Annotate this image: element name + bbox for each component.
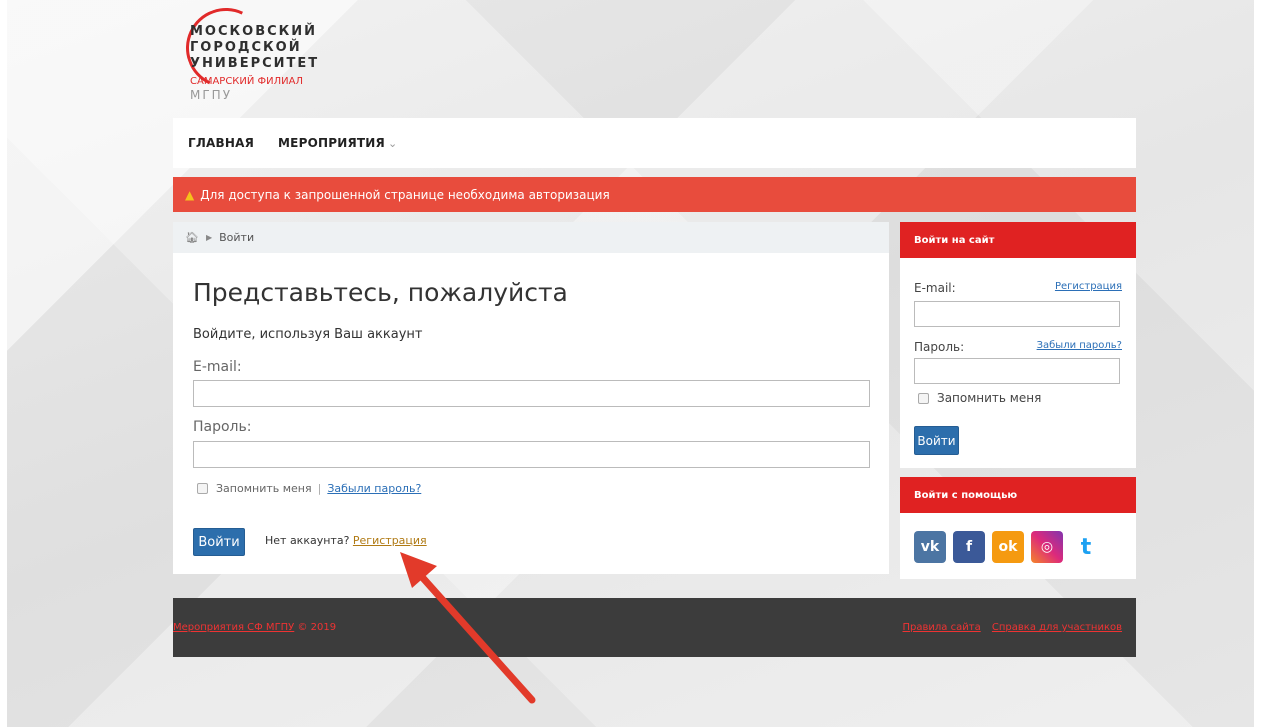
nav-item-home[interactable]: ГЛАВНАЯ — [188, 136, 254, 150]
side-login-button[interactable]: Войти — [914, 426, 959, 455]
university-logo[interactable]: МОСКОВСКИЙ ГОРОДСКОЙ УНИВЕРСИТЕТ САМАРСК… — [173, 0, 373, 115]
page-subtitle: Войдите, используя Ваш аккаунт — [193, 327, 423, 342]
twitter-icon[interactable]: t — [1070, 531, 1102, 563]
alert-text: Для доступа к запрошенной странице необх… — [200, 187, 610, 202]
footer-right: Правила сайта Справка для участников — [895, 622, 1122, 633]
odnoklassniki-icon[interactable]: ok — [992, 531, 1024, 563]
divider: | — [317, 482, 322, 495]
footer-left: Мероприятия СФ МГПУ © 2019 — [173, 622, 336, 633]
annotation-arrow-icon — [400, 552, 536, 704]
social-icons: vk f ok ◎ t — [914, 531, 1102, 563]
side-login-box: Войти на сайт E-mail: Регистрация Пароль… — [900, 222, 1136, 468]
login-button[interactable]: Войти — [193, 528, 245, 556]
logo-line-2: ГОРОДСКОЙ — [190, 40, 302, 55]
side-email-label: E-mail: — [914, 281, 956, 295]
breadcrumb-current: Войти — [219, 231, 255, 244]
left-border — [0, 0, 7, 727]
nav-item-events-label: МЕРОПРИЯТИЯ — [278, 136, 385, 150]
main-nav: ГЛАВНАЯ МЕРОПРИЯТИЯ ⌄ — [173, 118, 1136, 168]
social-login-box: Войти с помощью vk f ok ◎ t — [900, 477, 1136, 579]
logo-line-3: УНИВЕРСИТЕТ — [190, 56, 320, 71]
remember-row: Запомнить меня | Забыли пароль? — [197, 482, 421, 495]
side-register-link[interactable]: Регистрация — [1055, 281, 1122, 295]
remember-label: Запомнить меня — [216, 482, 312, 495]
logo-abbreviation: МГПУ — [190, 88, 233, 102]
logo-subtitle: САМАРСКИЙ ФИЛИАЛ — [190, 76, 303, 87]
instagram-icon[interactable]: ◎ — [1031, 531, 1063, 563]
side-remember-checkbox[interactable] — [918, 392, 929, 404]
side-password-label: Пароль: — [914, 340, 965, 354]
side-email-row: E-mail: Регистрация — [914, 281, 1122, 295]
side-remember-row: Запомнить меня — [918, 391, 1041, 405]
facebook-icon[interactable]: f — [953, 531, 985, 563]
social-login-header: Войти с помощью — [900, 477, 1136, 513]
side-password-field[interactable] — [914, 358, 1120, 384]
chevron-down-icon: ⌄ — [387, 137, 398, 150]
footer: Мероприятия СФ МГПУ © 2019 Правила сайта… — [173, 598, 1136, 657]
footer-home-link[interactable]: Мероприятия СФ МГПУ — [173, 622, 294, 633]
vk-icon[interactable]: vk — [914, 531, 946, 563]
side-password-row: Пароль: Забыли пароль? — [914, 340, 1122, 354]
breadcrumb: 🏠︎ ▶ Войти — [173, 222, 889, 253]
warning-icon: ▲ — [185, 187, 195, 202]
remember-checkbox[interactable] — [197, 483, 208, 494]
footer-rules-link[interactable]: Правила сайта — [903, 622, 981, 633]
footer-help-link[interactable]: Справка для участников — [992, 622, 1122, 633]
forgot-password-link[interactable]: Забыли пароль? — [327, 482, 421, 495]
logo-title: МОСКОВСКИЙ ГОРОДСКОЙ УНИВЕРСИТЕТ — [190, 24, 319, 72]
email-label: E-mail: — [193, 359, 242, 375]
side-remember-label: Запомнить меня — [937, 391, 1042, 405]
side-email-field[interactable] — [914, 301, 1120, 327]
register-link[interactable]: Регистрация — [353, 534, 427, 547]
auth-alert: ▲ Для доступа к запрошенной странице нео… — [173, 177, 1136, 212]
logo-line-1: МОСКОВСКИЙ — [190, 24, 318, 39]
no-account-label: Нет аккаунта? — [265, 534, 350, 547]
home-icon[interactable]: 🏠︎ — [185, 231, 199, 244]
footer-copyright: © 2019 — [297, 622, 337, 633]
nav-item-events[interactable]: МЕРОПРИЯТИЯ ⌄ — [278, 136, 397, 150]
login-panel: 🏠︎ ▶ Войти Представьтесь, пожалуйста Вой… — [173, 222, 889, 574]
password-field[interactable] — [193, 441, 870, 468]
breadcrumb-separator-icon: ▶ — [205, 233, 213, 242]
page-title: Представьтесь, пожалуйста — [193, 278, 568, 307]
side-login-header: Войти на сайт — [900, 222, 1136, 258]
email-field[interactable] — [193, 380, 870, 407]
side-forgot-password-link[interactable]: Забыли пароль? — [1037, 340, 1122, 354]
password-label: Пароль: — [193, 419, 252, 435]
right-border — [1254, 0, 1261, 727]
no-account-text: Нет аккаунта? Регистрация — [265, 534, 427, 547]
